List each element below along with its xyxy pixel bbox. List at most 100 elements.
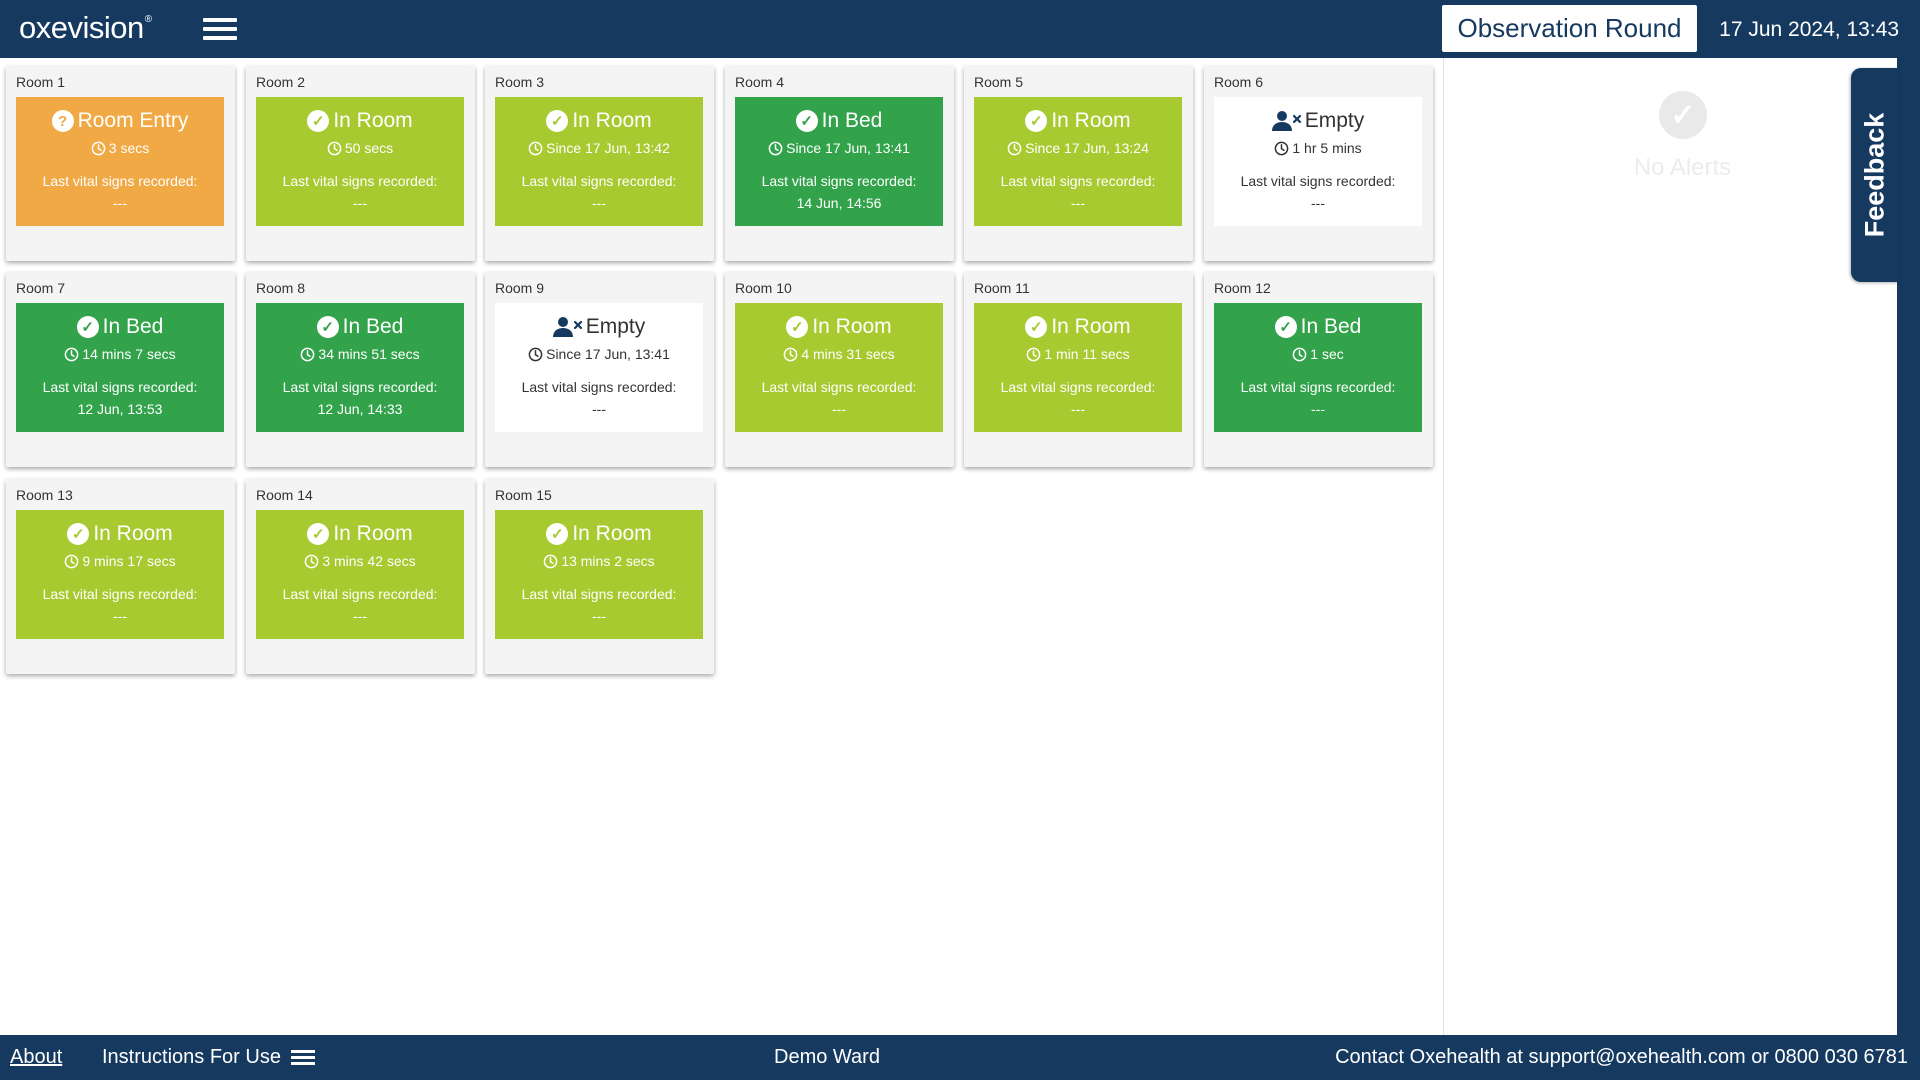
check-icon: ✓ bbox=[1025, 110, 1048, 132]
room-card[interactable]: Room 8 ✓ In Bed 34 mins 51 secs Last vital s… bbox=[246, 272, 475, 467]
check-icon: ✓ bbox=[67, 523, 90, 545]
duration-line: 14 mins 7 secs bbox=[16, 346, 224, 362]
vitals-label: Last vital signs recorded: bbox=[42, 379, 198, 395]
room-status-panel: ✓ In Bed Since 17 Jun, 13:41 Last vital sig… bbox=[735, 97, 943, 226]
vitals-value: --- bbox=[1311, 195, 1325, 211]
room-card[interactable]: Room 1? Room Entry 3 secs Last vital signs … bbox=[6, 66, 235, 261]
status-line: ✓ In Room bbox=[256, 522, 464, 546]
room-card[interactable]: Room 3 ✓ In Room Since 17 Jun, 13:42 Last vi… bbox=[485, 66, 714, 261]
room-card[interactable]: Room 7 ✓ In Bed 14 mins 7 secs Last vital si… bbox=[6, 272, 235, 467]
room-card[interactable]: Room 14 ✓ In Room 3 mins 42 secs Last vital … bbox=[246, 479, 475, 674]
clock-icon bbox=[1274, 141, 1292, 156]
current-datetime: 17 Jun 2024, 13:43 bbox=[1719, 18, 1899, 41]
vitals-value: --- bbox=[592, 608, 606, 624]
duration-text: 3 mins 42 secs bbox=[322, 553, 416, 569]
hamburger-menu-icon[interactable] bbox=[203, 16, 239, 43]
duration-text: Since 17 Jun, 13:42 bbox=[546, 140, 670, 156]
status-label: In Room bbox=[333, 109, 413, 132]
room-card[interactable]: Room 6 Empty 1 hr 5 mins Last vital signs r… bbox=[1204, 66, 1433, 261]
status-label: In Room bbox=[812, 315, 892, 338]
duration-line: Since 17 Jun, 13:24 bbox=[974, 140, 1182, 156]
room-name: Room 7 bbox=[16, 280, 66, 296]
alerts-panel: ✓ No Alerts bbox=[1443, 58, 1898, 1035]
vitals-label: Last vital signs recorded: bbox=[521, 586, 677, 602]
room-status-panel: ✓ In Room 9 mins 17 secs Last vital signs r… bbox=[16, 510, 224, 639]
duration-text: 50 secs bbox=[344, 140, 394, 156]
duration-line: 9 mins 17 secs bbox=[16, 553, 224, 569]
duration-text: Since 17 Jun, 13:24 bbox=[1025, 140, 1149, 156]
duration-text: 4 mins 31 secs bbox=[801, 346, 895, 362]
list-menu-icon bbox=[290, 1049, 315, 1067]
vitals-value: --- bbox=[832, 401, 846, 417]
room-card[interactable]: Room 9 Empty Since 17 Jun, 13:41 Last vital… bbox=[485, 272, 714, 467]
vitals-label: Last vital signs recorded: bbox=[761, 173, 917, 189]
room-card[interactable]: Room 2 ✓ In Room 50 secs Last vital signs re… bbox=[246, 66, 475, 261]
room-status-panel: ✓ In Bed 34 mins 51 secs Last vital signs r… bbox=[256, 303, 464, 432]
room-card[interactable]: Room 5 ✓ In Room Since 17 Jun, 13:24 Last vi… bbox=[964, 66, 1193, 261]
room-name: Room 4 bbox=[735, 74, 785, 90]
vitals-label: Last vital signs recorded: bbox=[761, 379, 917, 395]
clock-icon bbox=[768, 141, 786, 156]
room-status-panel: ✓ In Bed 1 sec Last vital signs recorded: --… bbox=[1214, 303, 1422, 432]
about-link[interactable]: About bbox=[10, 1046, 62, 1069]
clock-icon bbox=[304, 554, 322, 569]
duration-text: 1 hr 5 mins bbox=[1292, 140, 1362, 156]
room-card[interactable]: Room 12 ✓ In Bed 1 sec Last vital signs reco… bbox=[1204, 272, 1433, 467]
contact-info: Contact Oxehealth at support@oxehealth.c… bbox=[1335, 1046, 1908, 1068]
status-line: ✓ In Room bbox=[735, 315, 943, 339]
duration-line: 34 mins 51 secs bbox=[256, 346, 464, 362]
vitals-value: --- bbox=[592, 195, 606, 211]
status-label: In Bed bbox=[102, 315, 164, 338]
status-label: Room Entry bbox=[77, 109, 189, 132]
clock-icon bbox=[543, 554, 561, 569]
status-line: ✓ In Room bbox=[974, 109, 1182, 133]
status-line: ✓ In Room bbox=[974, 315, 1182, 339]
instructions-for-use-link[interactable]: Instructions For Use bbox=[102, 1046, 315, 1069]
status-line: ✓ In Bed bbox=[1214, 315, 1422, 339]
status-line: Empty bbox=[495, 315, 703, 339]
room-status-panel: ✓ In Room 50 secs Last vital signs recorded… bbox=[256, 97, 464, 226]
check-icon: ✓ bbox=[1274, 316, 1297, 338]
duration-text: 13 mins 2 secs bbox=[561, 553, 655, 569]
room-card[interactable]: Room 15 ✓ In Room 13 mins 2 secs Last vital … bbox=[485, 479, 714, 674]
clock-icon bbox=[1026, 347, 1044, 362]
check-icon: ✓ bbox=[795, 110, 818, 132]
duration-line: 1 hr 5 mins bbox=[1214, 140, 1422, 156]
status-label: In Room bbox=[1051, 109, 1131, 132]
oxevision-logo: oxevision® bbox=[19, 10, 152, 45]
room-status-panel: ✓ In Room Since 17 Jun, 13:24 Last vital si… bbox=[974, 97, 1182, 226]
duration-line: 4 mins 31 secs bbox=[735, 346, 943, 362]
observation-round-button[interactable]: Observation Round bbox=[1442, 5, 1697, 52]
room-status-panel: ✓ In Room Since 17 Jun, 13:42 Last vital si… bbox=[495, 97, 703, 226]
duration-text: Since 17 Jun, 13:41 bbox=[786, 140, 910, 156]
no-alerts-check-icon: ✓ bbox=[1659, 91, 1707, 139]
room-card[interactable]: Room 4 ✓ In Bed Since 17 Jun, 13:41 Last vit… bbox=[725, 66, 954, 261]
vitals-label: Last vital signs recorded: bbox=[42, 173, 198, 189]
clock-icon bbox=[91, 141, 109, 156]
room-status-panel: ✓ In Bed 14 mins 7 secs Last vital signs re… bbox=[16, 303, 224, 432]
room-status-panel: ✓ In Room 4 mins 31 secs Last vital signs r… bbox=[735, 303, 943, 432]
top-bar: oxevision® Observation Round 17 Jun 2024… bbox=[0, 0, 1920, 58]
room-status-panel: Empty 1 hr 5 mins Last vital signs recorde… bbox=[1214, 97, 1422, 226]
vitals-label: Last vital signs recorded: bbox=[521, 379, 677, 395]
clock-icon bbox=[300, 347, 318, 362]
room-card[interactable]: Room 10 ✓ In Room 4 mins 31 secs Last vital … bbox=[725, 272, 954, 467]
duration-line: 1 sec bbox=[1214, 346, 1422, 362]
status-label: In Room bbox=[572, 109, 652, 132]
room-card[interactable]: Room 11 ✓ In Room 1 min 11 secs Last vital s… bbox=[964, 272, 1193, 467]
status-label: Empty bbox=[1304, 109, 1365, 132]
vitals-label: Last vital signs recorded: bbox=[1240, 379, 1396, 395]
vitals-value: 14 Jun, 14:56 bbox=[796, 195, 882, 211]
room-name: Room 12 bbox=[1214, 280, 1271, 296]
check-icon: ✓ bbox=[307, 110, 330, 132]
vitals-value: --- bbox=[113, 608, 127, 624]
vitals-label: Last vital signs recorded: bbox=[1000, 379, 1156, 395]
status-label: In Bed bbox=[342, 315, 404, 338]
status-line: ✓ In Room bbox=[495, 522, 703, 546]
room-card[interactable]: Room 13 ✓ In Room 9 mins 17 secs Last vital … bbox=[6, 479, 235, 674]
feedback-label: Feedback bbox=[1859, 112, 1890, 238]
duration-text: 14 mins 7 secs bbox=[82, 346, 176, 362]
question-icon: ? bbox=[51, 110, 74, 132]
feedback-tab[interactable]: Feedback bbox=[1851, 68, 1899, 282]
duration-line: 1 min 11 secs bbox=[974, 346, 1182, 362]
